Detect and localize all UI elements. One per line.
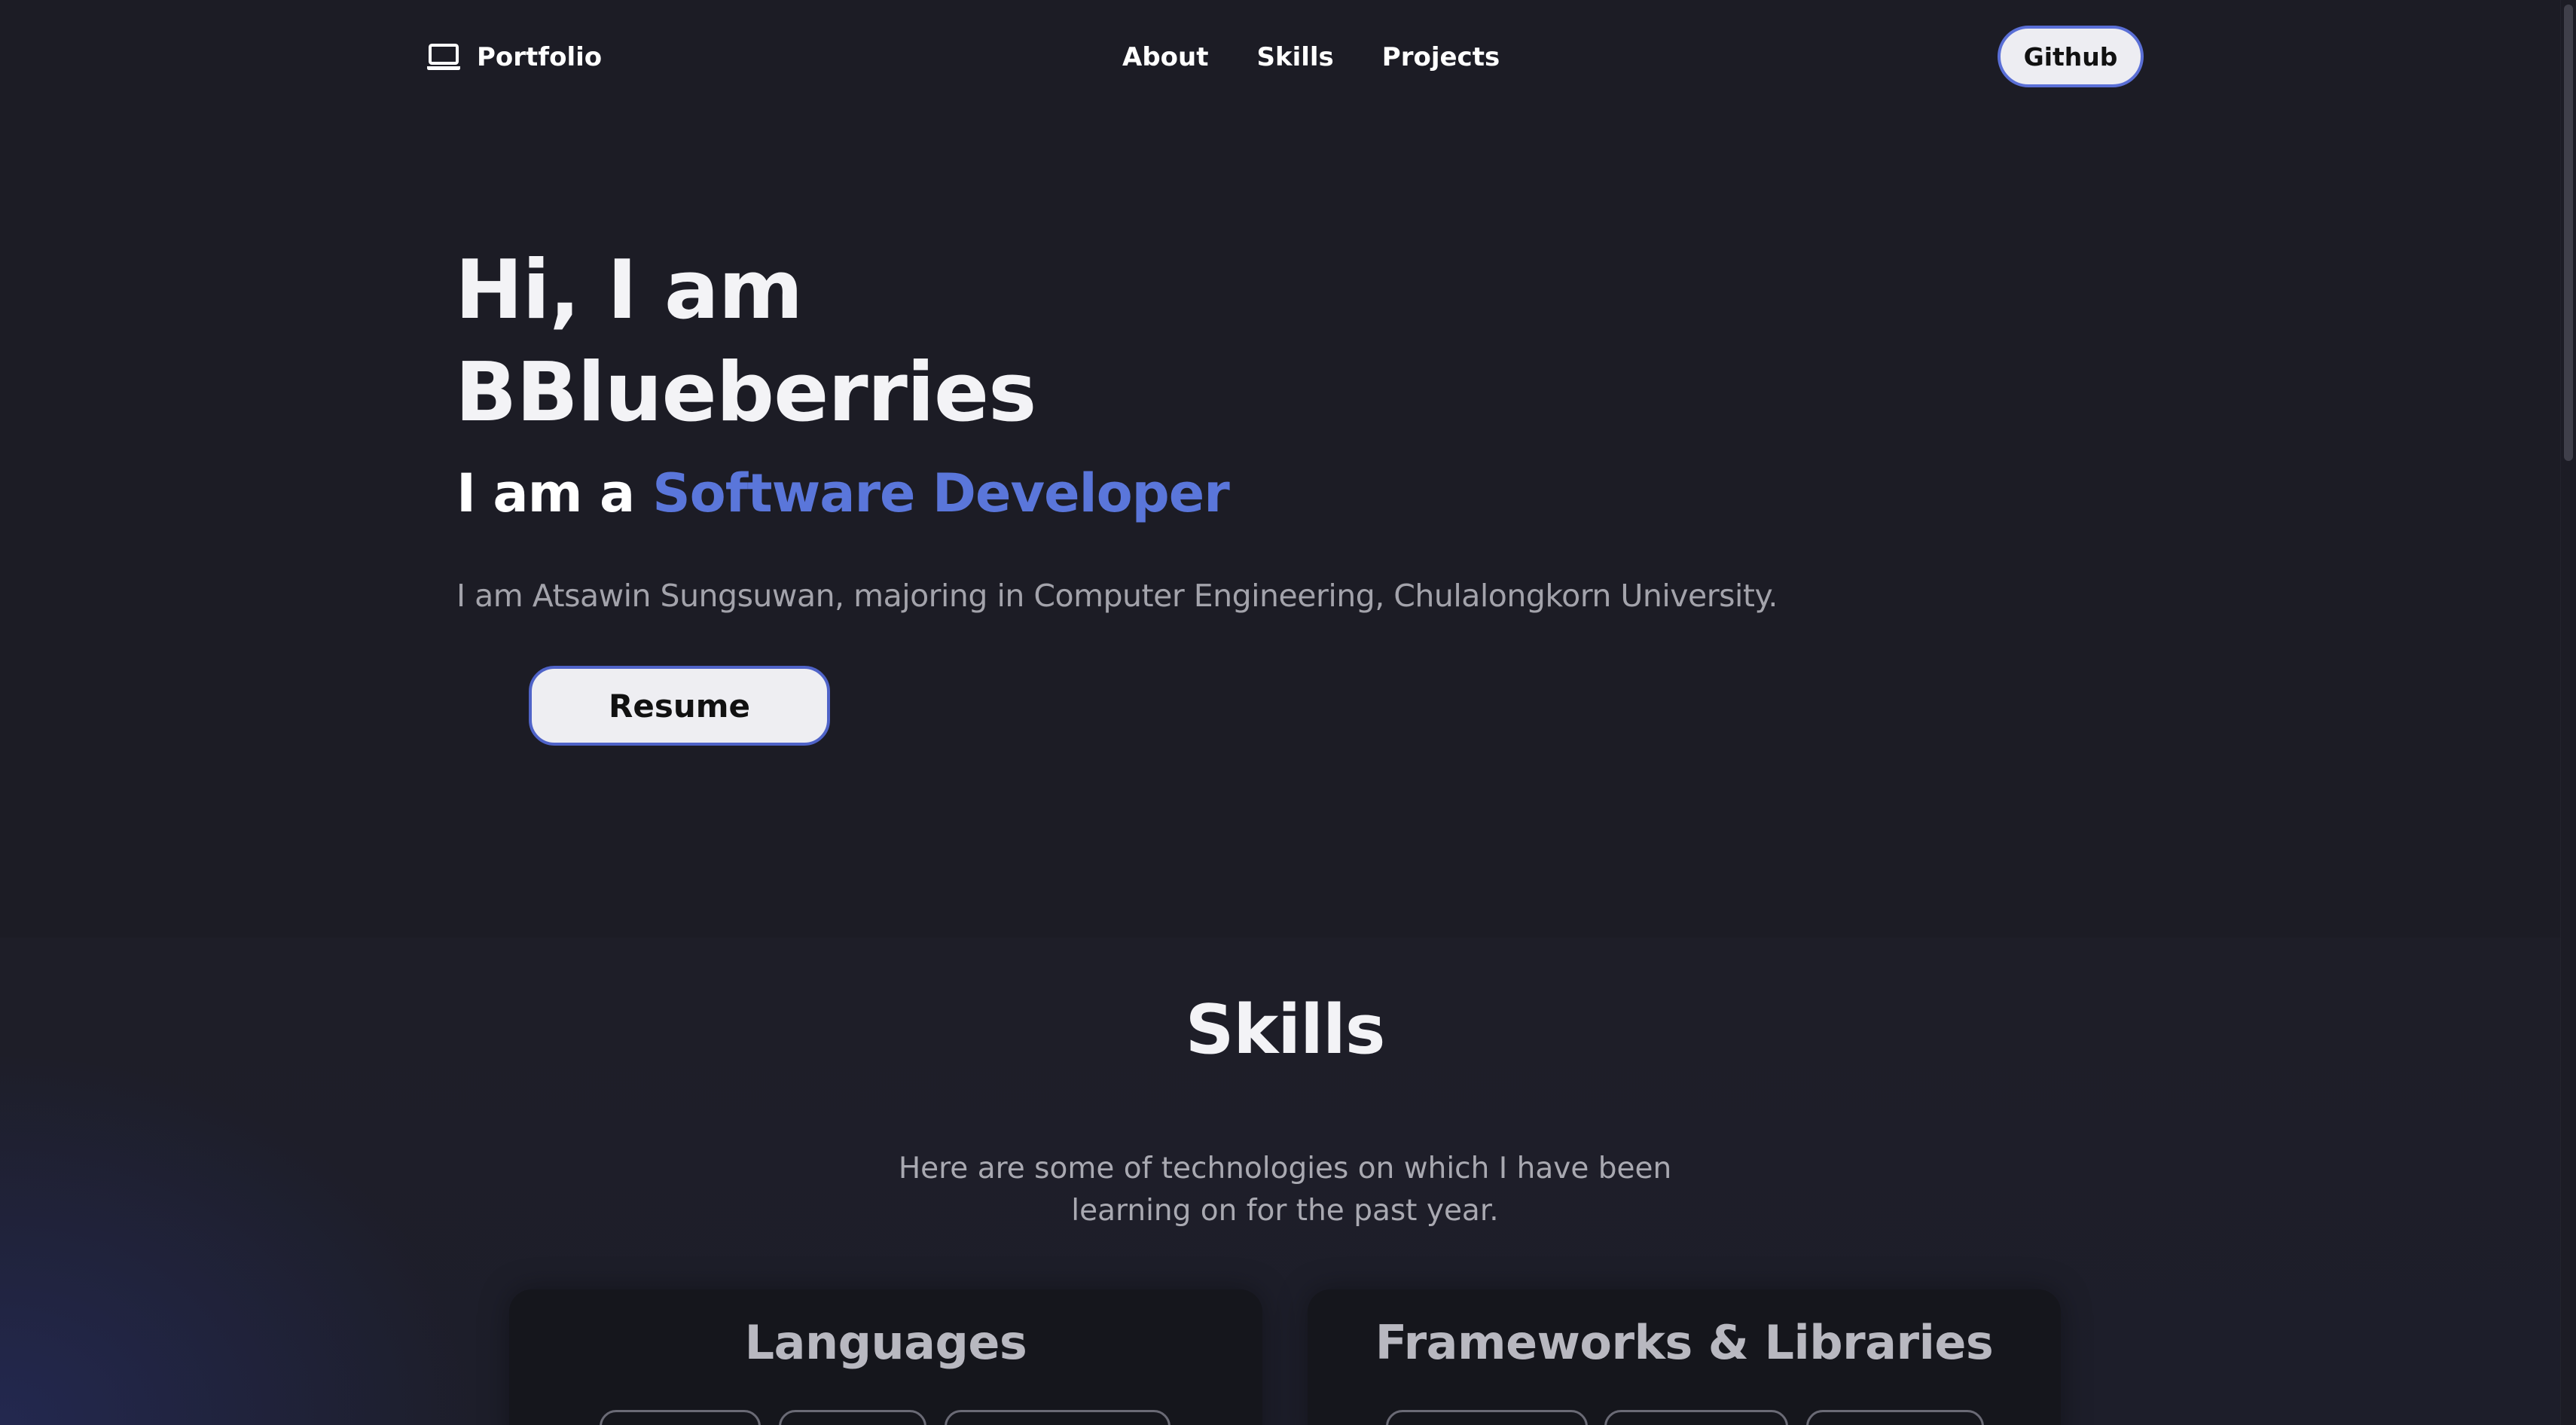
resume-button[interactable]: Resume [529,666,830,746]
hero-title: Hi, I am BBlueberries [455,240,1036,444]
hero-title-name: BBlueberries [455,346,1036,440]
languages-card: Languages [509,1289,1262,1425]
nav-links: About Skills Projects [1122,38,1500,77]
hero-role-prefix: I am a [456,462,635,524]
brand-label: Portfolio [477,42,603,72]
hero-description: I am Atsawin Sungsuwan, majoring in Comp… [456,578,1778,614]
skill-chip [1386,1410,1588,1425]
nav-link-projects[interactable]: Projects [1382,42,1500,72]
laptop-icon [427,44,460,70]
skill-chip [779,1410,926,1425]
skills-title: Skills [1185,990,1386,1070]
skills-section: Skills Here are some of technologies on … [0,938,2561,1425]
frameworks-card: Frameworks & Libraries [1308,1289,2061,1425]
nav-link-about[interactable]: About [1122,42,1208,72]
scrollbar-thumb[interactable] [2564,5,2573,461]
hero-role-text: Software Developer [652,462,1230,524]
frameworks-card-title: Frameworks & Libraries [1375,1315,1994,1370]
skill-chip [1604,1410,1788,1425]
skill-chip [600,1410,761,1425]
github-button[interactable]: Github [1998,26,2144,87]
navbar: Portfolio About Skills Projects Github [0,0,2561,113]
languages-card-title: Languages [744,1315,1027,1370]
skill-chip [1806,1410,1984,1425]
portfolio-page: Portfolio About Skills Projects Github H… [0,0,2576,1425]
nav-link-skills[interactable]: Skills [1256,42,1333,72]
brand-link[interactable]: Portfolio [426,38,602,77]
skills-description: Here are some of technologies on which I… [898,1152,1672,1228]
skill-chip [945,1410,1170,1425]
hero-title-line1: Hi, I am [455,243,803,337]
scrollbar[interactable] [2560,0,2576,1425]
hero-role: I am a Software Developer [456,461,1230,526]
